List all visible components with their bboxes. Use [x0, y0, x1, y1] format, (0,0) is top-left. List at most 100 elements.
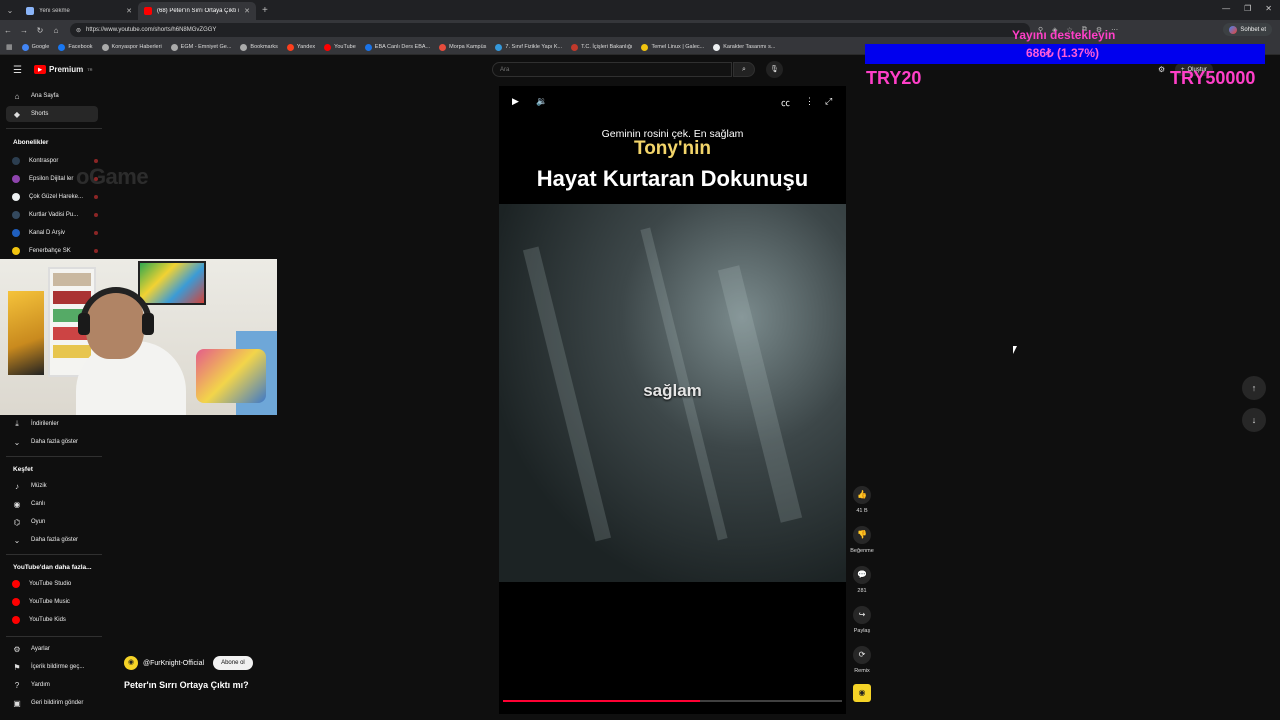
sidebar-item-settings[interactable]: ⚙ Ayarlar: [6, 641, 98, 657]
profile-label: Sohbet et: [1240, 26, 1266, 33]
new-tab-button[interactable]: +: [262, 5, 268, 16]
webcam-wall-art: [8, 291, 44, 375]
sidebar-item-youtube-app[interactable]: YouTube Kids: [6, 612, 98, 628]
gear-icon[interactable]: ⚙: [1158, 65, 1165, 74]
channel-avatar[interactable]: ◉: [124, 656, 138, 670]
gear-icon: ⚙: [13, 644, 21, 654]
webcam-poster: [138, 261, 206, 305]
voice-search-button[interactable]: 🎙: [766, 61, 783, 78]
bookmark-item[interactable]: Karakter Tasarımı s...: [713, 43, 775, 51]
shorts-player[interactable]: ▶ 🔉 ㏄ ⋮ ⤢ Geminin rosini çek. En sağlam …: [499, 86, 846, 714]
subscriptions-heading[interactable]: Abonelikler: [13, 139, 48, 146]
share-button[interactable]: ↪ Paylaş: [846, 606, 878, 634]
new-tab-favicon-icon: [26, 7, 34, 15]
restore-icon[interactable]: ❐: [1244, 4, 1251, 13]
channel-name[interactable]: @FurKnight-Official: [143, 660, 204, 667]
live-indicator-icon: [94, 159, 98, 163]
captions-icon[interactable]: ㏄: [781, 96, 790, 109]
volume-icon[interactable]: 🔉: [536, 96, 547, 107]
sidebar-item-show-more[interactable]: ⌄ Daha fazla göster: [6, 434, 98, 450]
video-progress-fill: [503, 700, 700, 702]
sidebar-item-youtube-app[interactable]: YouTube Studio: [6, 576, 98, 592]
bookmark-favicon-icon: [364, 43, 372, 51]
home-icon[interactable]: ⌂: [48, 26, 64, 35]
back-icon[interactable]: ←: [0, 26, 16, 35]
sidebar-item-settings[interactable]: ? Yardım: [6, 677, 98, 693]
fullscreen-icon[interactable]: ⤢: [825, 96, 832, 107]
dislike-button[interactable]: 👎 Beğenme: [846, 526, 878, 554]
like-button[interactable]: 👍 41 B: [846, 486, 878, 514]
bookmark-item[interactable]: Google: [21, 43, 49, 51]
site-info-icon[interactable]: ⊜: [76, 27, 81, 34]
bookmark-favicon-icon: [641, 43, 649, 51]
bookmark-item[interactable]: 7. Sınıf Fizikle Yapı K...: [495, 43, 562, 51]
play-icon[interactable]: ▶: [512, 96, 519, 107]
gaming-icon: ⌬: [13, 517, 21, 527]
browser-tab-new[interactable]: Yeni sekme ✕: [20, 2, 138, 20]
profile-button[interactable]: Sohbet et: [1223, 23, 1272, 36]
address-bar[interactable]: ⊜ https://www.youtube.com/shorts/h6N8MGv…: [70, 23, 1030, 37]
previous-short-button[interactable]: ↑: [1242, 376, 1266, 400]
sidebar-item-explore[interactable]: ◉ Canlı: [6, 496, 98, 512]
minimize-icon[interactable]: —: [1222, 4, 1230, 13]
sidebar-divider: [6, 554, 102, 555]
live-indicator-icon: [94, 213, 98, 217]
sidebar-item-downloads[interactable]: ⤓ İndirilenler: [6, 416, 98, 432]
subscribe-button[interactable]: Abone ol: [213, 656, 253, 670]
channel-thumbnail-button[interactable]: ◉: [846, 684, 878, 702]
reload-icon[interactable]: ↻: [32, 26, 48, 35]
youtube-logo[interactable]: ▶ Premium TR: [34, 65, 93, 74]
arrow-up-icon: ↑: [1251, 383, 1257, 393]
sidebar-item-subscription[interactable]: Fenerbahçe SK: [6, 243, 98, 259]
comments-button[interactable]: 💬 281: [846, 566, 878, 594]
sidebar-item-settings[interactable]: ▣ Geri bildirim gönder: [6, 695, 98, 711]
bookmark-item[interactable]: Yandex: [286, 43, 315, 51]
bookmark-item[interactable]: YouTube: [324, 43, 356, 51]
bookmark-item[interactable]: EGM - Emniyet Ge...: [170, 43, 231, 51]
sidebar-item-settings[interactable]: ⚑ İçerik bildirme geç...: [6, 659, 98, 675]
sidebar-item-youtube-app[interactable]: YouTube Music: [6, 594, 98, 610]
sidebar-item-shorts[interactable]: ◆ Shorts: [6, 106, 98, 122]
close-window-icon[interactable]: ✕: [1265, 4, 1272, 13]
remix-label: Remix: [854, 668, 870, 674]
menu-icon[interactable]: ☰: [13, 65, 22, 76]
bookmark-item[interactable]: Facebook: [58, 43, 93, 51]
remix-button[interactable]: ⟳ Remix: [846, 646, 878, 674]
close-tab-icon[interactable]: ✕: [244, 7, 250, 15]
bookmark-favicon-icon: [439, 43, 447, 51]
avatar: [12, 193, 20, 201]
more-options-icon[interactable]: ⋮: [805, 96, 814, 107]
live-indicator-icon: [94, 195, 98, 199]
bookmark-item[interactable]: Bookmarks: [240, 43, 278, 51]
video-title[interactable]: Peter'ın Sırrı Ortaya Çıktı mı?: [124, 680, 249, 690]
video-progress-bar[interactable]: [503, 700, 842, 702]
bookmark-item[interactable]: Temel Linux | Galec...: [641, 43, 704, 51]
sidebar-item-subscription[interactable]: Çok Güzel Hareke...: [6, 189, 98, 205]
sidebar-item-subscription[interactable]: Kurtlar Vadisi Pu...: [6, 207, 98, 223]
sidebar-item-home[interactable]: ⌂ Ana Sayfa: [6, 88, 98, 104]
sidebar-item-explore[interactable]: ⌬ Oyun: [6, 514, 98, 530]
channel-info: ◉ @FurKnight-Official Abone ol: [124, 656, 253, 670]
browser-tab-youtube[interactable]: (68) Peter'ın Sırrı Ortaya Çıktı mı? ✕: [138, 2, 256, 20]
next-short-button[interactable]: ↓: [1242, 408, 1266, 432]
sidebar-item-explore[interactable]: ♪ Müzik: [6, 478, 98, 494]
tab-search-icon[interactable]: ⌄: [0, 0, 20, 20]
bookmark-favicon-icon: [495, 43, 503, 51]
sidebar-item-label: Daha fazla göster: [31, 439, 79, 445]
search-button[interactable]: ⌕: [733, 62, 755, 77]
mouse-cursor-icon: [1013, 346, 1017, 354]
bookmark-item[interactable]: EBA Canlı Ders EBA...: [364, 43, 430, 51]
sidebar-item-subscription[interactable]: Kanal D Arşiv: [6, 225, 98, 241]
shorts-icon: ◆: [13, 109, 21, 119]
forward-icon[interactable]: →: [16, 26, 32, 35]
apps-icon[interactable]: ▦: [6, 43, 13, 51]
remix-icon: ⟳: [853, 646, 871, 664]
bookmark-item[interactable]: Morpa Kampüs: [439, 43, 486, 51]
sidebar-item-explore[interactable]: ⌄ Daha fazla göster: [6, 532, 98, 548]
search-input[interactable]: Ara: [492, 62, 732, 77]
bookmark-item[interactable]: Konyaspor Haberleri: [101, 43, 162, 51]
browser-tab-strip: ⌄ Yeni sekme ✕ (68) Peter'ın Sırrı Ortay…: [0, 0, 1280, 20]
bookmark-item[interactable]: T.C. İçişleri Bakanlığı: [571, 43, 632, 51]
bookmark-favicon-icon: [286, 43, 294, 51]
close-tab-icon[interactable]: ✕: [126, 7, 132, 15]
